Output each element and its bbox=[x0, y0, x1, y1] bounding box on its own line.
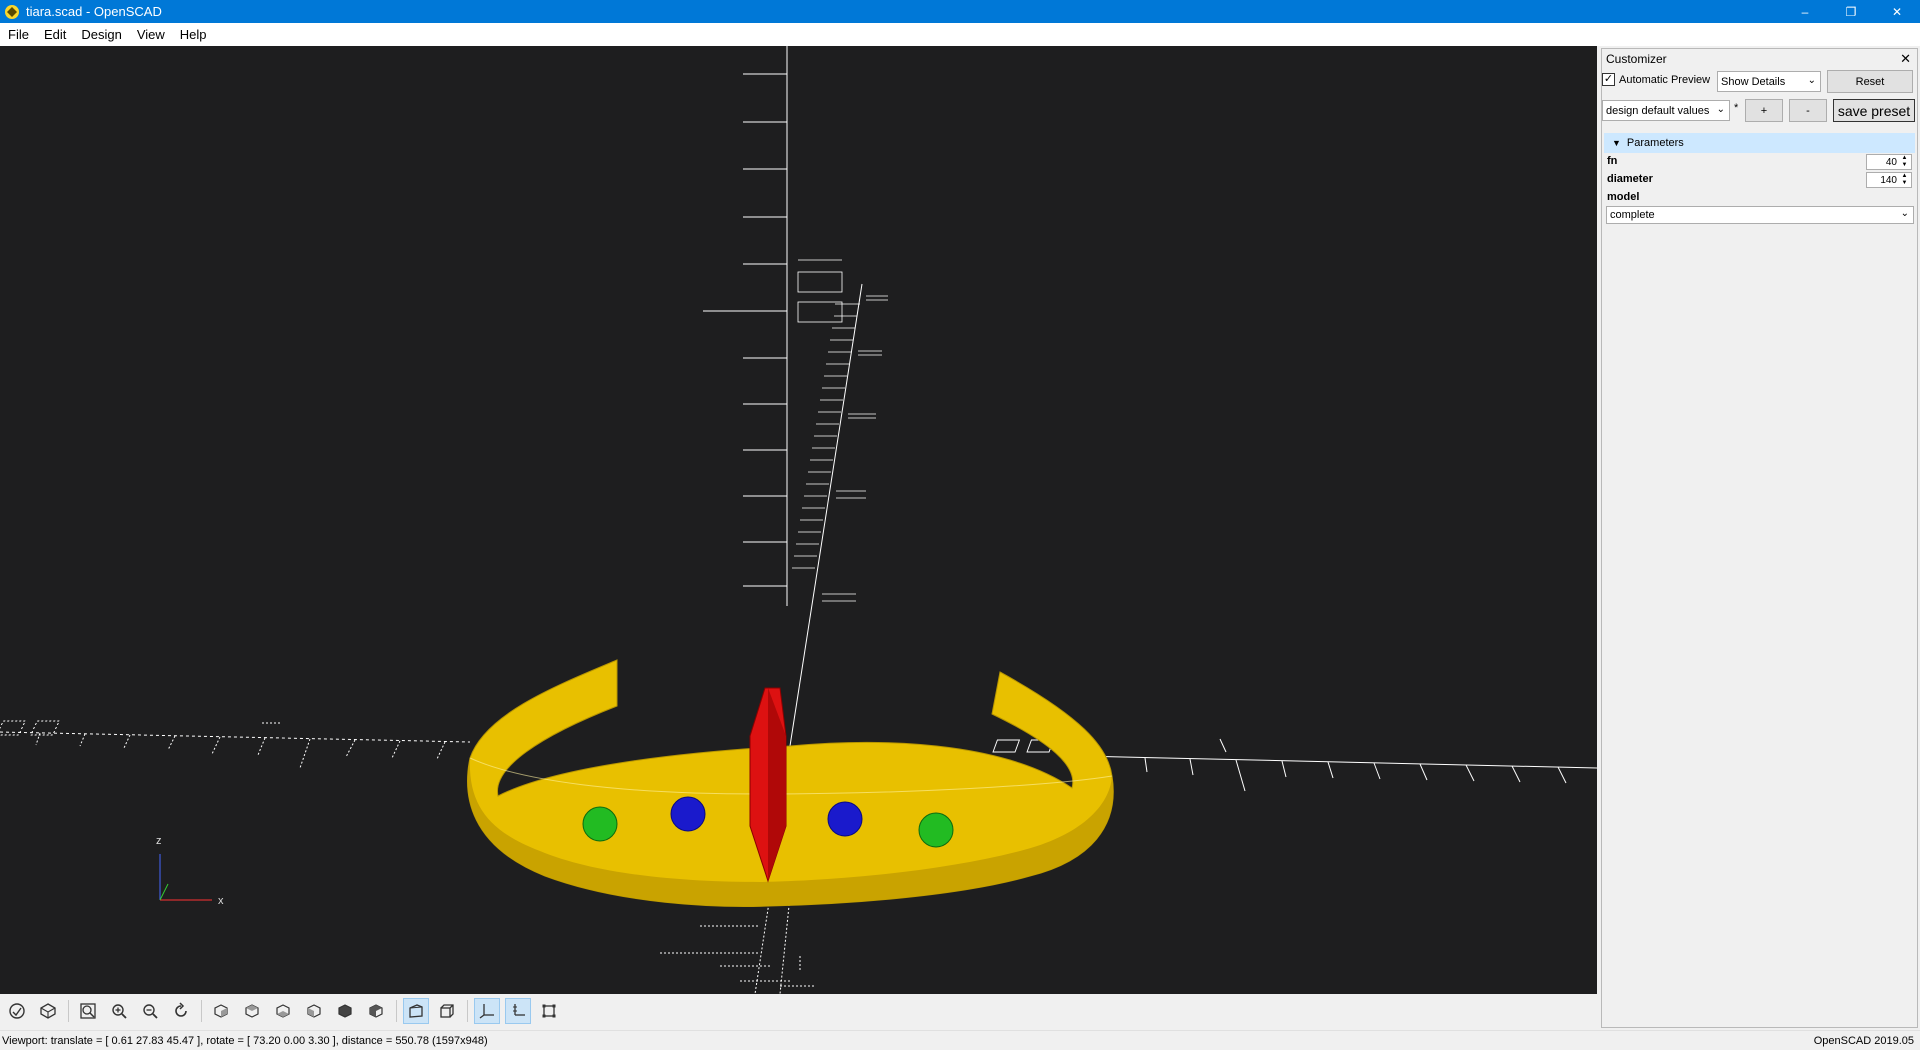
openscad-logo-icon bbox=[4, 4, 20, 20]
x-axis-line bbox=[1079, 755, 1597, 769]
remove-preset-button[interactable]: - bbox=[1789, 99, 1827, 122]
scene: z x bbox=[0, 46, 1597, 994]
customizer-title: Customizer bbox=[1606, 52, 1667, 66]
param-fn-spinbox[interactable]: 40 ▲ ▼ bbox=[1866, 154, 1912, 170]
param-fn-value: 40 bbox=[1885, 156, 1897, 168]
automatic-preview-row: ✓ Automatic Preview bbox=[1602, 73, 1710, 86]
chevron-down-icon: ⌄ bbox=[1807, 75, 1816, 86]
close-button[interactable]: ✕ bbox=[1874, 0, 1920, 23]
axis-indicator: z x bbox=[156, 835, 224, 907]
param-diameter-spinbox[interactable]: 140 ▲ ▼ bbox=[1866, 172, 1912, 188]
view-all-icon[interactable] bbox=[75, 998, 101, 1024]
reset-view-icon[interactable] bbox=[168, 998, 194, 1024]
show-scale-markers-icon[interactable] bbox=[505, 998, 531, 1024]
show-axes-icon[interactable] bbox=[474, 998, 500, 1024]
view-left-icon[interactable] bbox=[301, 998, 327, 1024]
menu-bar: File Edit Design View Help bbox=[0, 23, 1920, 46]
customizer-close-icon[interactable]: ✕ bbox=[1900, 51, 1911, 67]
preset-modified-indicator: * bbox=[1734, 102, 1739, 114]
show-details-select[interactable]: Show Details ⌄ bbox=[1717, 71, 1821, 92]
param-diameter-value: 140 bbox=[1880, 174, 1897, 186]
show-edges-icon[interactable] bbox=[536, 998, 562, 1024]
axis-label-z: z bbox=[156, 835, 162, 847]
axis-label-x: x bbox=[218, 895, 224, 907]
view-back-icon[interactable] bbox=[363, 998, 389, 1024]
view-toolbar bbox=[0, 994, 1600, 1028]
automatic-preview-checkbox[interactable]: ✓ bbox=[1602, 73, 1615, 86]
orthogonal-icon[interactable] bbox=[434, 998, 460, 1024]
param-label-fn: fn bbox=[1607, 155, 1618, 167]
toolbar-separator bbox=[467, 1000, 468, 1022]
maximize-button[interactable]: ❐ bbox=[1828, 0, 1874, 23]
viewport-status: Viewport: translate = [ 0.61 27.83 45.47… bbox=[2, 1034, 488, 1047]
chevron-down-icon: ⌄ bbox=[1716, 104, 1725, 115]
param-label-diameter: diameter bbox=[1607, 173, 1653, 185]
view-right-icon[interactable] bbox=[208, 998, 234, 1024]
minimize-button[interactable]: – bbox=[1782, 0, 1828, 23]
param-label-model: model bbox=[1607, 191, 1640, 203]
spin-arrows-icon[interactable]: ▲ ▼ bbox=[1899, 173, 1910, 187]
preview-icon[interactable] bbox=[4, 998, 30, 1024]
title-bar: tiara.scad - OpenSCAD – ❐ ✕ bbox=[0, 0, 1920, 23]
preset-value: design default values bbox=[1606, 104, 1710, 117]
toolbar-separator bbox=[68, 1000, 69, 1022]
show-details-value: Show Details bbox=[1721, 75, 1786, 88]
customizer-header: Customizer ✕ bbox=[1602, 49, 1917, 69]
menu-design[interactable]: Design bbox=[73, 27, 128, 42]
param-model-select[interactable]: complete ⌄ bbox=[1606, 206, 1914, 224]
z-negative-ticks bbox=[660, 895, 815, 994]
z-scale-ticks bbox=[703, 73, 787, 587]
parameters-group-header[interactable]: ▼ Parameters bbox=[1604, 133, 1915, 153]
window-title: tiara.scad - OpenSCAD bbox=[26, 4, 162, 19]
menu-file[interactable]: File bbox=[0, 27, 36, 42]
zoom-in-icon[interactable] bbox=[106, 998, 132, 1024]
y-scale-ticks bbox=[792, 259, 888, 602]
view-front-icon[interactable] bbox=[332, 998, 358, 1024]
perspective-icon[interactable] bbox=[403, 998, 429, 1024]
toolbar-separator bbox=[201, 1000, 202, 1022]
view-top-icon[interactable] bbox=[239, 998, 265, 1024]
version-label: OpenSCAD 2019.05 bbox=[1813, 1034, 1914, 1047]
x-axis-negative-line bbox=[0, 731, 471, 743]
menu-view[interactable]: View bbox=[129, 27, 172, 42]
save-preset-button[interactable]: save preset bbox=[1833, 99, 1915, 122]
param-model-value: complete bbox=[1610, 209, 1655, 221]
reset-button[interactable]: Reset bbox=[1827, 70, 1913, 93]
render-icon[interactable] bbox=[35, 998, 61, 1024]
y-axis-line bbox=[789, 283, 863, 747]
tiara-model bbox=[467, 659, 1114, 907]
x-negative-ticks bbox=[0, 720, 446, 769]
automatic-preview-label: Automatic Preview bbox=[1619, 73, 1711, 86]
zoom-out-icon[interactable] bbox=[137, 998, 163, 1024]
status-bar: Viewport: translate = [ 0.61 27.83 45.47… bbox=[0, 1030, 1920, 1050]
menu-help[interactable]: Help bbox=[172, 27, 214, 42]
menu-edit[interactable]: Edit bbox=[36, 27, 73, 42]
toolbar-separator bbox=[396, 1000, 397, 1022]
add-preset-button[interactable]: + bbox=[1745, 99, 1783, 122]
chevron-down-icon: ⌄ bbox=[1900, 208, 1909, 219]
view-bottom-icon[interactable] bbox=[270, 998, 296, 1024]
3d-viewport[interactable]: z x bbox=[0, 46, 1597, 994]
spin-arrows-icon[interactable]: ▲ ▼ bbox=[1899, 155, 1910, 169]
customizer-panel: Customizer ✕ ✓ Automatic Preview Show De… bbox=[1601, 48, 1918, 1028]
triangle-down-icon: ▼ bbox=[1612, 138, 1621, 148]
preset-select[interactable]: design default values ⌄ bbox=[1602, 100, 1730, 121]
parameters-title: Parameters bbox=[1626, 137, 1684, 149]
